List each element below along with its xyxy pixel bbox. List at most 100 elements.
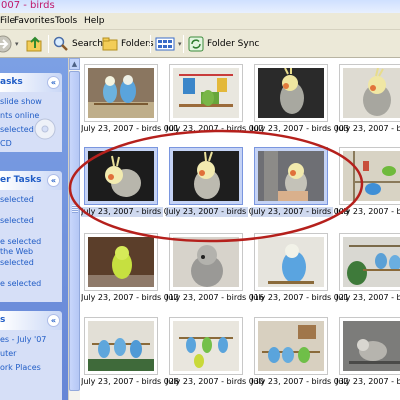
slide-show-link[interactable]: slide show [0,97,42,106]
bird-photo [343,151,400,201]
network-places-link[interactable]: ork Places [0,363,41,372]
task-pane: asks « slide show nts online selected CD… [0,58,68,400]
copy-to-cd-link[interactable]: CD [0,139,12,148]
print-selected-link[interactable]: selected [0,125,34,134]
bird-photo [173,321,239,371]
forward-arrow-icon [0,35,12,53]
thumbnail-frame [254,233,328,291]
bird-photo [173,237,239,287]
search-button[interactable]: Search [53,34,103,54]
thumbnail-caption: July 23, 2007 - birds 006 [81,207,180,217]
folder-sync-icon [188,36,204,52]
thumbnail-frame [339,317,400,375]
thumbnail-frame [339,233,400,291]
move-selected-link[interactable]: selected [0,216,34,225]
collapse-chevron-icon[interactable]: « [47,174,60,187]
publish-web-link[interactable]: the Web [0,247,33,256]
cd-icon [34,118,56,140]
thumbnail-frame [84,233,158,291]
thumbnail-caption: July 23, 2007 - birds 001 [81,124,180,133]
thumbnail-frame [254,64,328,122]
toolbar-separator [150,35,151,53]
up-folder-button[interactable] [26,34,44,54]
folders-label: Folders [121,39,154,49]
folder-sync-button[interactable]: Folder Sync [188,34,259,54]
search-icon [53,36,68,51]
menu-help[interactable]: Help [84,16,105,26]
thumbnail-frame [339,147,400,205]
thumbnail-item[interactable]: July 23, 2007 - birds 004 [336,61,400,133]
bird-photo [258,321,324,371]
thumbnail-item-selected[interactable]: July 23, 2007 - birds 008 [166,144,264,217]
thumbnail-caption: July 23, 2007 - birds 004 [336,124,400,133]
thumbnail-caption: July 23, 2007 - birds 032 [251,377,350,386]
menu-tools[interactable]: Tools [55,16,77,26]
thumbnail-item-selected[interactable]: July 23, 2007 - birds 009 [251,144,350,217]
scroll-grip [72,205,78,213]
chevron-down-icon: ▾ [178,40,182,48]
thumbnail-item[interactable]: July 23, 2007 - birds 033 [336,314,400,386]
bird-photo [258,151,324,201]
thumbnail-item[interactable]: July 23, 2007 - birds 021 [251,230,349,302]
views-icon [155,37,175,51]
scroll-up-arrow-icon[interactable]: ▲ [69,58,80,70]
vertical-scrollbar[interactable]: ▲ [68,58,80,400]
thumbnail-item[interactable]: July 23, 2007 - birds 025 [336,230,400,302]
menu-file[interactable]: File [0,16,15,26]
bird-photo [173,68,239,118]
thumbnail-item[interactable]: July 23, 2007 - birds 001 [81,61,180,133]
menu-favorites[interactable]: Favorites [14,16,55,26]
thumbnail-frame [84,64,158,122]
bird-photo [258,237,324,287]
thumbnail-frame [339,64,400,122]
thumbnail-item[interactable]: July 23, 2007 - birds 028 [81,314,180,386]
folders-button[interactable]: Folders [102,34,154,54]
thumbnail-item[interactable]: July 23, 2007 - birds 002 [166,61,265,133]
pictures-july-link[interactable]: es - July '07 [0,335,46,344]
thumbnail-item[interactable]: July 23, 2007 - birds 010 [336,144,400,216]
thumbnail-caption: July 23, 2007 - birds 016 [166,293,265,302]
toolbar: ▾ Search Folders ▾ Folder Sync [0,30,400,58]
thumbnail-frame [254,317,328,375]
email-selected-link[interactable]: selected [0,258,34,267]
picture-tasks-header[interactable]: asks « [0,73,62,92]
collapse-chevron-icon[interactable]: « [47,314,60,327]
thumbnail-frame [169,317,243,375]
thumbnail-item[interactable]: July 23, 2007 - birds 016 [166,230,265,302]
search-label: Search [72,39,103,49]
scroll-thumb[interactable] [69,71,80,391]
bird-photo [343,321,400,371]
rename-selected-link[interactable]: selected [0,195,34,204]
delete-selected-link[interactable]: e selected [0,279,41,288]
bird-photo [88,151,154,201]
collapse-chevron-icon[interactable]: « [47,76,60,89]
thumbnail-item[interactable]: July 23, 2007 - birds 032 [251,314,350,386]
copy-selected-link[interactable]: e selected [0,237,41,246]
other-places-header[interactable]: s « [0,311,62,330]
menu-bar: File Favorites Tools Help [0,13,400,30]
file-tasks-header[interactable]: er Tasks « [0,171,62,190]
thumbnail-caption: July 23, 2007 - birds 028 [81,377,180,386]
bird-photo [88,237,154,287]
picture-tasks-panel: slide show nts online selected CD [0,92,62,152]
thumbnail-item-selected[interactable]: July 23, 2007 - birds 006 [81,144,180,217]
thumbnail-frame [169,233,243,291]
thumbnail-frame [169,64,243,122]
my-computer-link[interactable]: uter [0,349,16,358]
thumbnail-caption: July 23, 2007 - birds 009 [251,207,350,217]
thumbnail-item[interactable]: July 23, 2007 - birds 012 [81,230,180,302]
thumbnail-grid: July 23, 2007 - birds 001 July 23, 2007 … [81,58,400,400]
forward-button[interactable]: ▾ [0,34,19,54]
bird-photo [343,68,400,118]
file-tasks-panel: selected selected e selected the Web sel… [0,190,62,302]
other-places-title: s [0,315,6,325]
thumbnail-caption: July 23, 2007 - birds 002 [166,124,265,133]
thumbnail-caption: July 23, 2007 - birds 012 [81,293,180,302]
toolbar-separator [48,35,49,53]
views-button[interactable]: ▾ [155,34,182,54]
thumbnail-caption: July 23, 2007 - birds 025 [336,293,400,302]
file-tasks-title: er Tasks [0,175,42,185]
thumbnail-item[interactable]: July 23, 2007 - birds 030 [166,314,264,386]
thumbnail-frame [254,147,328,205]
thumbnail-item[interactable]: July 23, 2007 - birds 003 [251,61,349,133]
